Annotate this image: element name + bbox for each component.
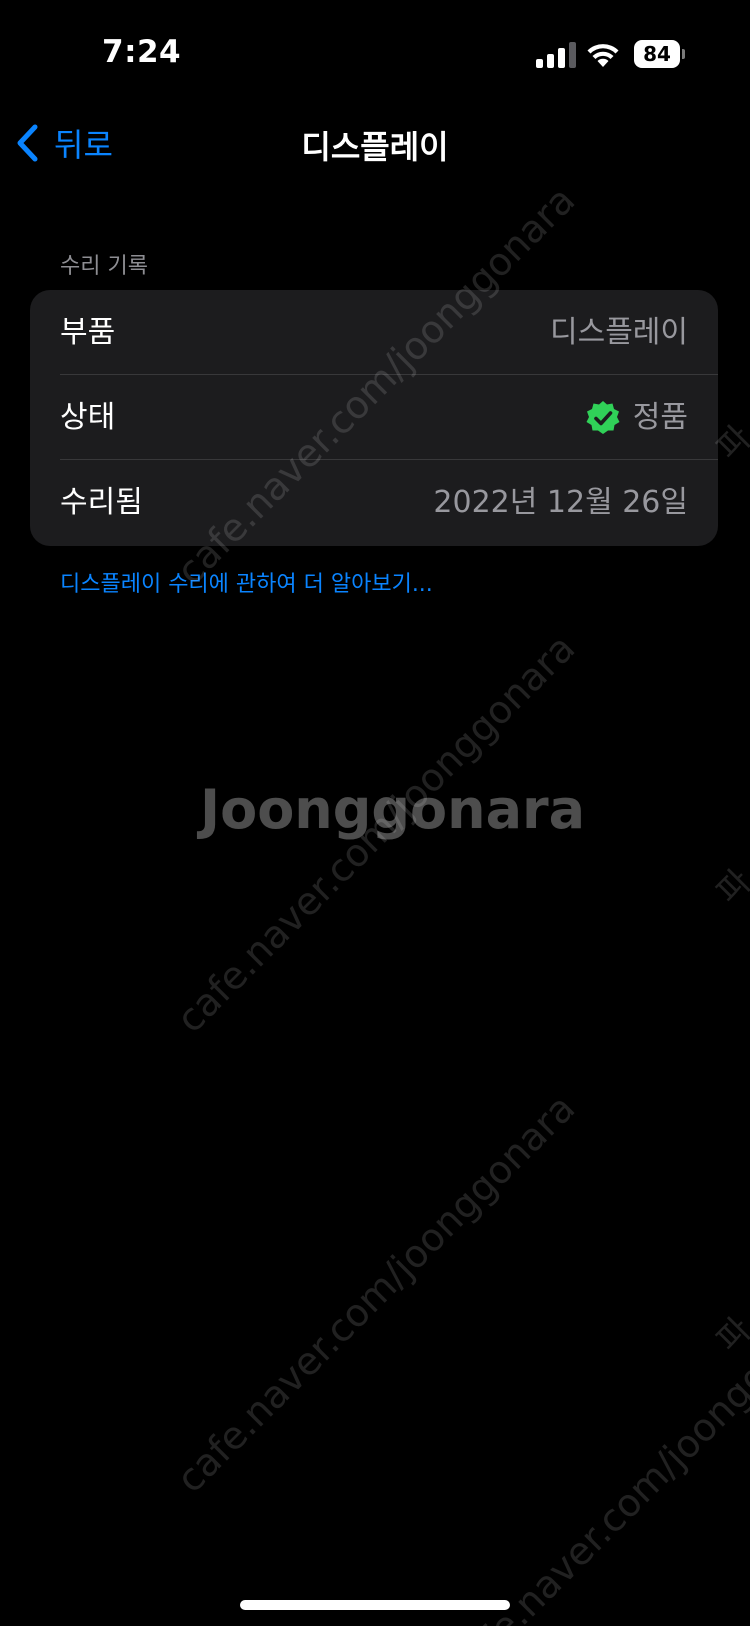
status-bar: 7:24 84: [0, 0, 750, 108]
navigation-bar: 뒤로 디스플레이: [0, 108, 750, 178]
watermark-url: cafe.naver.com/joonggonara: [440, 1275, 750, 1626]
watermark-layer: cafe.naver.com/joonggonara cafe.naver.co…: [0, 0, 750, 1626]
row-label: 수리됨: [60, 485, 143, 520]
home-indicator[interactable]: [240, 1600, 510, 1610]
cellular-signal-icon: [536, 42, 576, 68]
list-row-repaired-date: 수리됨 2022년 12월 26일: [30, 460, 718, 545]
battery-icon: 84: [634, 40, 685, 68]
section-header: 수리 기록: [60, 254, 148, 279]
battery-tip: [682, 49, 685, 59]
watermark-edge-text: 파: [708, 861, 750, 913]
list-row-part: 부품 디스플레이: [30, 290, 718, 375]
status-value: 정품: [632, 400, 688, 435]
wifi-icon: [587, 44, 619, 67]
row-label: 부품: [60, 315, 116, 350]
status-time: 7:24: [102, 34, 182, 70]
watermark-logo: Joonggonara: [200, 778, 586, 841]
watermark-edge-text: 파: [708, 1309, 750, 1361]
repair-history-group: 부품 디스플레이 상태 정품 수리됨 2022년 12월 26일: [30, 290, 718, 546]
row-value: 2022년 12월 26일: [433, 485, 688, 520]
verified-check-icon: [586, 400, 620, 434]
row-value: 디스플레이: [550, 315, 688, 350]
list-row-status: 상태 정품: [30, 375, 718, 460]
page-title: 디스플레이: [301, 128, 449, 166]
row-label: 상태: [60, 400, 116, 435]
battery-level: 84: [634, 40, 680, 68]
watermark-url: cafe.naver.com/joonggonara: [168, 625, 584, 1042]
watermark-url: cafe.naver.com/joonggonara: [168, 1085, 584, 1502]
row-value-status: 정품: [585, 375, 688, 460]
learn-more-link[interactable]: 디스플레이 수리에 관하여 더 알아보기...: [60, 566, 433, 598]
